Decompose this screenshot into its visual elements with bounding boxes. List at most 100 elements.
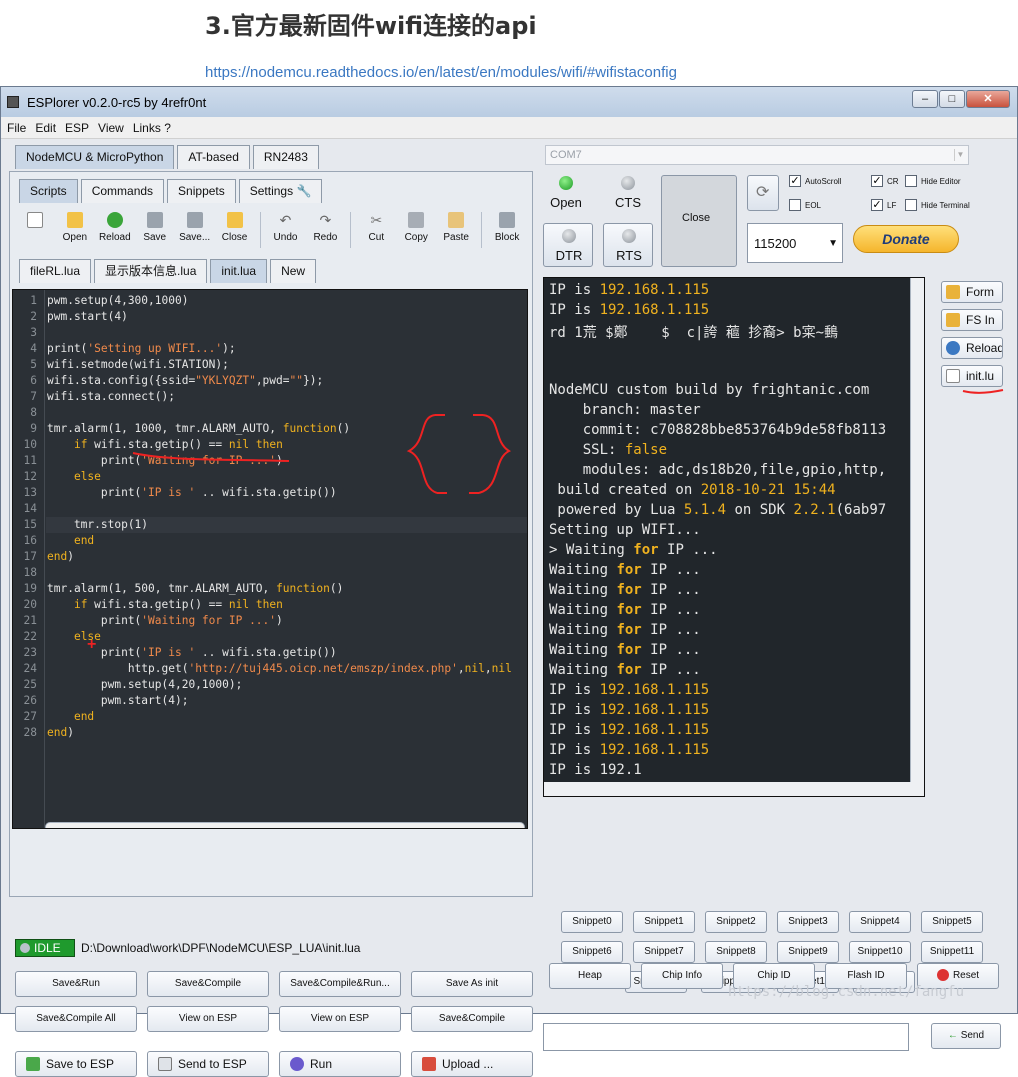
article-link[interactable]: https://nodemcu.readthedocs.io/en/latest…	[205, 64, 677, 81]
lua-file-icon	[946, 369, 960, 383]
run-button[interactable]: Run	[279, 1051, 401, 1077]
close-file-button[interactable]: Close	[215, 208, 255, 252]
save-run-button[interactable]: Save&Run	[15, 971, 137, 997]
close-window-button[interactable]: ✕	[966, 90, 1010, 108]
dtr-button[interactable]: DTR	[543, 223, 593, 267]
send-button[interactable]: ← Send	[931, 1023, 1001, 1049]
view-on-esp-button-2[interactable]: View on ESP	[279, 1006, 401, 1032]
upload-button[interactable]: Upload ...	[411, 1051, 533, 1077]
red-plus-annotation: +	[87, 636, 97, 653]
file-tab-new[interactable]: New	[270, 259, 317, 283]
menu-view[interactable]: View	[92, 117, 127, 135]
reload-button[interactable]: Reload	[95, 208, 135, 252]
line-number: 18	[23, 566, 37, 579]
window-title: ESPlorer v0.2.0-rc5 by 4refr0nt	[27, 95, 207, 110]
tab-snippets[interactable]: Snippets	[167, 179, 236, 203]
block-button[interactable]: Block	[487, 208, 527, 252]
format-button[interactable]: Form	[941, 281, 1003, 303]
snippet-button[interactable]: Snippet5	[921, 911, 983, 933]
open-port-button[interactable]: Open	[536, 195, 596, 210]
save-as-init-button[interactable]: Save As init	[411, 971, 533, 997]
lf-checkbox[interactable]: ✓ LF	[871, 199, 896, 211]
snippet-button[interactable]: Snippet11	[921, 941, 983, 963]
tab-settings[interactable]: Settings 🔧	[238, 179, 323, 203]
chip-info-button[interactable]: Chip Info	[641, 963, 723, 989]
tab-scripts[interactable]: Scripts	[19, 179, 78, 203]
file-tab-version-info[interactable]: 显示版本信息.lua	[94, 259, 208, 283]
heap-button[interactable]: Heap	[549, 963, 631, 989]
terminal-vertical-scrollbar[interactable]	[910, 278, 924, 796]
open-button[interactable]: Open	[55, 208, 95, 252]
save-compile-button-2[interactable]: Save&Compile	[411, 1006, 533, 1032]
menu-esp[interactable]: ESP	[59, 117, 92, 135]
cr-label: CR	[887, 176, 899, 186]
code-line: wifi.sta.config({ssid="YKLYQZT",pwd=""})…	[47, 374, 324, 387]
hide-terminal-checkbox[interactable]: Hide Terminal	[905, 199, 970, 211]
tab-at-based[interactable]: AT-based	[177, 145, 250, 169]
send-to-esp-button[interactable]: Send to ESP	[147, 1051, 269, 1077]
terminal-line: IP is 192.168.1.115	[549, 742, 710, 758]
init-lua-file-button[interactable]: init.lu	[941, 365, 1003, 387]
save-as-button[interactable]: Save...	[175, 208, 215, 252]
terminal-horizontal-scrollbar[interactable]	[544, 782, 924, 796]
menu-file[interactable]: File	[1, 117, 29, 135]
redo-button[interactable]: ↷ Redo	[305, 208, 345, 252]
tab-commands[interactable]: Commands	[80, 179, 165, 203]
editor-horizontal-scrollbar[interactable]	[45, 822, 525, 828]
autoscroll-check-icon: ✓	[789, 175, 801, 187]
snippet-button[interactable]: Snippet7	[633, 941, 695, 963]
file-tab-init[interactable]: init.lua	[210, 259, 268, 283]
chevron-down-icon: ▼	[828, 238, 838, 249]
snippet-button[interactable]: Snippet9	[777, 941, 839, 963]
eol-checkbox[interactable]: EOL	[789, 199, 821, 211]
snippet-button[interactable]: Snippet0	[561, 911, 623, 933]
maximize-button[interactable]: □	[939, 90, 965, 108]
reload-icon	[106, 212, 123, 228]
save-compile-button[interactable]: Save&Compile	[147, 971, 269, 997]
save-compile-run-button[interactable]: Save&Compile&Run...	[279, 971, 401, 997]
code-line: http.get('http://tuj445.oicp.net/emszp/i…	[47, 662, 512, 675]
baud-rate-select[interactable]: 115200 ▼	[747, 223, 843, 263]
reload-files-button[interactable]: Reload	[941, 337, 1003, 359]
app-icon	[7, 96, 19, 108]
code-line: wifi.setmode(wifi.STATION);	[47, 358, 229, 371]
new-file-button[interactable]	[15, 208, 55, 252]
save-to-esp-button[interactable]: Save to ESP	[15, 1051, 137, 1077]
hide-editor-checkbox[interactable]: Hide Editor	[905, 175, 961, 187]
rts-button[interactable]: RTS	[603, 223, 653, 267]
view-on-esp-button[interactable]: View on ESP	[147, 1006, 269, 1032]
terminal-line: Waiting for IP ...	[549, 642, 701, 658]
paste-button[interactable]: Paste	[436, 208, 476, 252]
line-number: 4	[30, 342, 37, 355]
close-port-button[interactable]: Close	[661, 175, 737, 267]
save-button[interactable]: Save	[135, 208, 175, 252]
refresh-ports-button[interactable]: ⟳	[747, 175, 779, 211]
menu-links[interactable]: Links ?	[127, 117, 174, 135]
snippet-button[interactable]: Snippet8	[705, 941, 767, 963]
undo-button[interactable]: ↶ Undo	[266, 208, 306, 252]
snippet-button[interactable]: Snippet6	[561, 941, 623, 963]
fs-info-button[interactable]: FS In	[941, 309, 1003, 331]
tab-nodemcu[interactable]: NodeMCU & MicroPython	[15, 145, 175, 169]
copy-button[interactable]: Copy	[396, 208, 436, 252]
cr-checkbox[interactable]: ✓ CR	[871, 175, 899, 187]
left-panel: NodeMCU & MicroPython AT-based RN2483 Sc…	[9, 141, 533, 1077]
snippet-button[interactable]: Snippet3	[777, 911, 839, 933]
command-input[interactable]	[543, 1023, 909, 1051]
autoscroll-checkbox[interactable]: ✓ AutoScroll	[789, 175, 841, 187]
code-editor[interactable]: 1 2 3 4 5 6 7 8 9 10 11 12 13 14 15 16 17 18 19 20 21 22 23 24 2…	[12, 289, 528, 829]
com-port-select[interactable]: COM7 ▼	[545, 145, 969, 165]
menu-edit[interactable]: Edit	[29, 117, 59, 135]
tab-rn2483[interactable]: RN2483	[252, 145, 319, 169]
line-number: 7	[30, 390, 37, 403]
snippet-button[interactable]: Snippet10	[849, 941, 911, 963]
save-compile-all-button[interactable]: Save&Compile All	[15, 1006, 137, 1032]
snippet-button[interactable]: Snippet1	[633, 911, 695, 933]
snippet-button[interactable]: Snippet4	[849, 911, 911, 933]
minimize-button[interactable]: –	[912, 90, 938, 108]
donate-button[interactable]: Donate	[853, 225, 959, 253]
snippet-button[interactable]: Snippet2	[705, 911, 767, 933]
cut-button[interactable]: ✂ Cut	[356, 208, 396, 252]
serial-terminal[interactable]: IP is 192.168.1.115 IP is 192.168.1.115 rd…	[543, 277, 925, 797]
file-tab-filerl[interactable]: fileRL.lua	[19, 259, 92, 283]
